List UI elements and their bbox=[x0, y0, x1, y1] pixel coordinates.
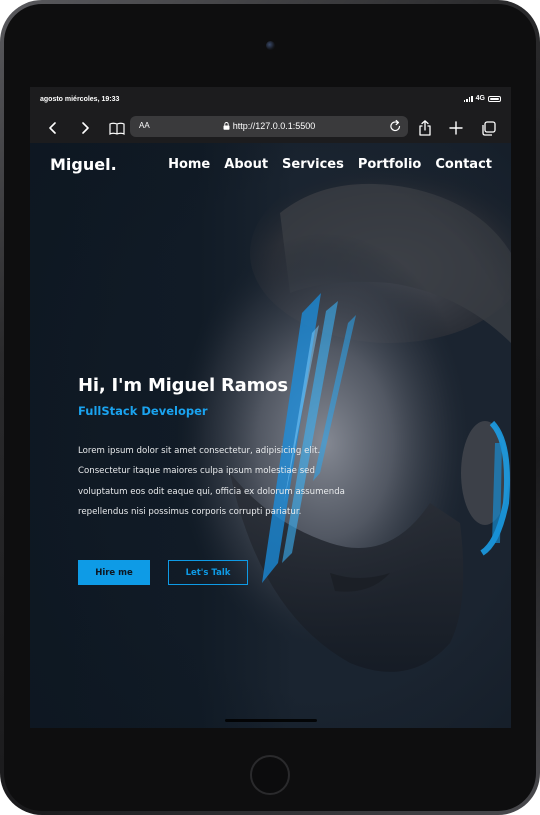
nav-about[interactable]: About bbox=[224, 157, 268, 172]
nav-services[interactable]: Services bbox=[282, 157, 344, 172]
home-button[interactable] bbox=[250, 755, 290, 795]
address-bar[interactable]: AA http://127.0.0.1:5500 bbox=[130, 116, 408, 137]
site-logo[interactable]: Miguel. bbox=[50, 155, 117, 174]
status-indicators: 4G bbox=[463, 95, 501, 102]
front-camera bbox=[266, 41, 275, 50]
battery-icon bbox=[488, 95, 501, 102]
site-navbar: Miguel. Home About Services Portfolio Co… bbox=[30, 143, 511, 183]
hero-subtitle: FullStack Developer bbox=[78, 404, 208, 418]
url-text: http://127.0.0.1:5500 bbox=[232, 121, 316, 131]
nav-portfolio[interactable]: Portfolio bbox=[358, 157, 422, 172]
hero-description: Lorem ipsum dolor sit amet consectetur, … bbox=[78, 446, 345, 517]
hero-portrait-image bbox=[30, 143, 511, 728]
home-indicator bbox=[225, 719, 317, 722]
url-field[interactable]: http://127.0.0.1:5500 bbox=[130, 121, 408, 131]
hero-title: Hi, I'm Miguel Ramos bbox=[78, 375, 288, 396]
lock-icon bbox=[223, 122, 230, 130]
back-icon[interactable] bbox=[42, 117, 64, 139]
tablet-device: agosto miércoles, 19:33 4G AA http://127… bbox=[0, 0, 540, 815]
tablet-screen: agosto miércoles, 19:33 4G AA http://127… bbox=[30, 87, 511, 728]
tabs-icon[interactable] bbox=[477, 117, 499, 139]
browser-toolbar: AA http://127.0.0.1:5500 bbox=[30, 113, 511, 143]
status-time: agosto miércoles, 19:33 bbox=[40, 96, 120, 103]
network-type: 4G bbox=[475, 95, 485, 102]
plus-icon[interactable] bbox=[445, 117, 467, 139]
reload-icon[interactable] bbox=[389, 119, 402, 133]
nav-menu: Home About Services Portfolio Contact bbox=[168, 157, 492, 172]
website-viewport: Miguel. Home About Services Portfolio Co… bbox=[30, 143, 511, 728]
book-icon[interactable] bbox=[106, 117, 128, 139]
share-icon[interactable] bbox=[414, 117, 436, 139]
status-bar: agosto miércoles, 19:33 4G bbox=[30, 87, 511, 113]
hire-me-button[interactable]: Hire me bbox=[78, 560, 150, 585]
signal-icon bbox=[463, 95, 473, 102]
forward-icon[interactable] bbox=[74, 117, 96, 139]
nav-contact[interactable]: Contact bbox=[435, 157, 492, 172]
lets-talk-button[interactable]: Let's Talk bbox=[168, 560, 248, 585]
nav-home[interactable]: Home bbox=[168, 157, 210, 172]
